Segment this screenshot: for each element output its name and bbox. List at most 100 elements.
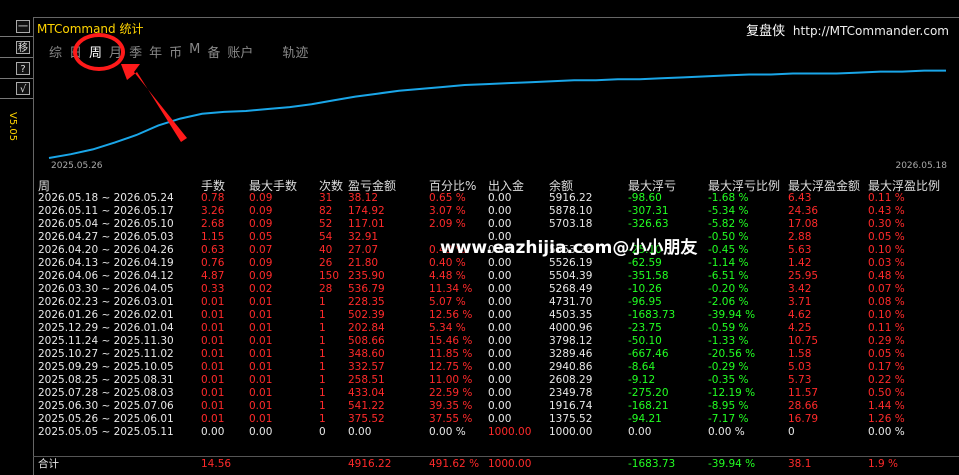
table-cell: 0.01	[249, 296, 273, 308]
minimize-button[interactable]: 一	[16, 20, 30, 33]
table-cell: 228.35	[348, 296, 385, 308]
table-cell: 502.39	[348, 309, 385, 321]
brand[interactable]: 复盘侠 http://MTCommander.com	[746, 20, 949, 39]
table-cell: 5878.10	[549, 205, 593, 217]
table-cell: 2.68	[201, 218, 225, 230]
total-divider	[33, 456, 959, 457]
weekly-stats-table: 周 手数 最大手数 次数 盈亏金额 百分比% 出入金 余额 最大浮亏 最大浮亏比…	[36, 174, 952, 439]
table-cell: 0.00	[488, 192, 512, 204]
confirm-button[interactable]: √	[16, 82, 30, 95]
table-cell: -1.14 %	[708, 257, 749, 269]
table-row[interactable]: 2026.02.23 ~ 2026.03.01 0.01 0.01 1 228.35 5.…	[36, 296, 952, 309]
table-cell: 0.29 %	[868, 335, 905, 347]
table-row[interactable]: 2025.11.24 ~ 2025.11.30 0.01 0.01 1 508.66 15…	[36, 335, 952, 348]
table-cell: 15.46 %	[429, 335, 473, 347]
table-cell: 2.09 %	[429, 218, 466, 230]
table-cell: -39.94 %	[708, 309, 756, 321]
table-cell: 2026.04.20 ~ 2026.04.26	[38, 244, 174, 256]
table-row[interactable]: 2025.05.26 ~ 2025.06.01 0.01 0.01 1 375.52 37…	[36, 413, 952, 426]
table-cell: 0.00	[488, 335, 512, 347]
total-cell: 491.62 %	[429, 458, 480, 470]
table-cell: -7.17 %	[708, 413, 749, 425]
table-cell: 0.78	[201, 192, 225, 204]
left-toolbar: 一 移 ? √ V5.05	[0, 0, 33, 475]
table-row[interactable]: 2025.10.27 ~ 2025.11.02 0.01 0.01 1 348.60 11…	[36, 348, 952, 361]
table-cell: -96.95	[628, 296, 662, 308]
table-row[interactable]: 2025.06.30 ~ 2025.07.06 0.01 0.01 1 541.22 39…	[36, 400, 952, 413]
table-cell: 52	[319, 218, 333, 230]
table-cell: 0.00 %	[708, 426, 745, 438]
table-cell: -2.06 %	[708, 296, 749, 308]
total-cell: 1000.00	[488, 458, 532, 470]
table-cell: 0.01	[201, 296, 225, 308]
table-cell: 82	[319, 205, 333, 217]
table-cell: -0.59 %	[708, 322, 749, 334]
table-cell: 332.57	[348, 361, 385, 373]
table-cell: -50.10	[628, 335, 662, 347]
table-cell: 2025.10.27 ~ 2025.11.02	[38, 348, 174, 360]
table-cell: 1.58	[788, 348, 812, 360]
table-body: 2026.05.18 ~ 2026.05.24 0.78 0.09 31 38.12 0.…	[36, 192, 952, 439]
watermark: www.eazhijia.com@小小朋友	[440, 238, 698, 258]
move-button[interactable]: 移	[16, 41, 30, 54]
table-row[interactable]: 2026.04.06 ~ 2026.04.12 4.87 0.09 150 235.90…	[36, 270, 952, 283]
table-row[interactable]: 2026.05.04 ~ 2026.05.10 2.68 0.09 52 117.01 2…	[36, 218, 952, 231]
version-label: V5.05	[7, 112, 18, 142]
table-cell: 16.79	[788, 413, 819, 425]
table-row[interactable]: 2026.05.11 ~ 2026.05.17 3.26 0.09 82 174.92 3…	[36, 205, 952, 218]
table-row[interactable]: 2025.09.29 ~ 2025.10.05 0.01 0.01 1 332.57 12…	[36, 361, 952, 374]
table-cell: 10.75	[788, 335, 819, 347]
table-cell: -1.33 %	[708, 335, 749, 347]
table-row[interactable]: 2025.05.05 ~ 2025.05.11 0.00 0.00 0 0.00 0.00…	[36, 426, 952, 439]
table-cell: 117.01	[348, 218, 385, 230]
equity-chart-svg	[48, 64, 946, 159]
table-row[interactable]: 2025.08.25 ~ 2025.08.31 0.01 0.01 1 258.51 11…	[36, 374, 952, 387]
table-cell: 0	[788, 426, 795, 438]
table-cell: 2026.05.11 ~ 2026.05.17	[38, 205, 174, 217]
total-cell: 38.1	[788, 458, 812, 470]
table-cell: 2025.11.24 ~ 2025.11.30	[38, 335, 174, 347]
table-cell: -1683.73	[628, 309, 676, 321]
table-cell: 22.59 %	[429, 387, 473, 399]
table-cell: 0.01	[201, 335, 225, 347]
table-cell: 0.01	[249, 322, 273, 334]
table-row[interactable]: 2026.05.18 ~ 2026.05.24 0.78 0.09 31 38.12 0.…	[36, 192, 952, 205]
table-cell: 37.55 %	[429, 413, 473, 425]
table-cell: 0.00	[201, 426, 225, 438]
table-cell: 1	[319, 309, 326, 321]
table-cell: 0.01	[249, 400, 273, 412]
table-cell: 3798.12	[549, 335, 593, 347]
table-cell: 3289.46	[549, 348, 593, 360]
table-cell: 40	[319, 244, 333, 256]
table-cell: 25.95	[788, 270, 819, 282]
total-cell: 1.9 %	[868, 458, 899, 470]
table-row[interactable]: 2025.12.29 ~ 2026.01.04 0.01 0.01 1 202.84 5.…	[36, 322, 952, 335]
table-cell: 174.92	[348, 205, 385, 217]
table-cell: 1000.00	[488, 426, 532, 438]
table-cell: 5.07 %	[429, 296, 466, 308]
table-row[interactable]: 2026.03.30 ~ 2026.04.05 0.33 0.02 28 536.79 1…	[36, 283, 952, 296]
table-cell: 0.09	[249, 257, 273, 269]
table-row[interactable]: 2026.01.26 ~ 2026.02.01 0.01 0.01 1 502.39 12…	[36, 309, 952, 322]
total-row: 合计 14.56 4916.22 491.62 % 1000.00 -1683.73 -39…	[36, 458, 952, 471]
table-cell: 5916.22	[549, 192, 593, 204]
brand-url[interactable]: http://MTCommander.com	[793, 24, 949, 38]
table-cell: 0.10 %	[868, 244, 905, 256]
table-cell: 1	[319, 296, 326, 308]
table-row[interactable]: 2026.04.13 ~ 2026.04.19 0.76 0.09 26 21.80 0.…	[36, 257, 952, 270]
table-cell: 0.01	[249, 335, 273, 347]
table-cell: 2026.04.13 ~ 2026.04.19	[38, 257, 174, 269]
table-cell: 1	[319, 387, 326, 399]
help-button[interactable]: ?	[16, 62, 30, 75]
table-cell: 39.35 %	[429, 400, 473, 412]
table-cell: 54	[319, 231, 333, 243]
table-cell: -0.45 %	[708, 244, 749, 256]
table-cell: 0.01	[201, 374, 225, 386]
table-cell: 2025.07.28 ~ 2025.08.03	[38, 387, 174, 399]
table-cell: 2025.08.25 ~ 2025.08.31	[38, 374, 174, 386]
table-cell: 3.26	[201, 205, 225, 217]
table-cell: 2349.78	[549, 387, 593, 399]
table-cell: 0.00	[488, 218, 512, 230]
table-cell: 0.01	[201, 413, 225, 425]
table-row[interactable]: 2025.07.28 ~ 2025.08.03 0.01 0.01 1 433.04 22…	[36, 387, 952, 400]
